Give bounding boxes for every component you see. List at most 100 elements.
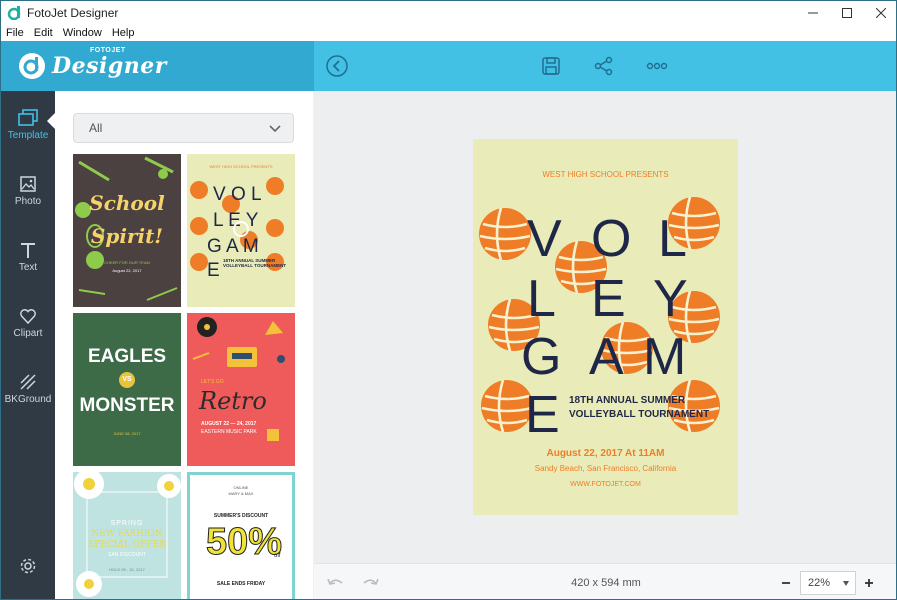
svg-text:V O L: V O L xyxy=(213,184,262,205)
logo: FOTOJET Designer xyxy=(1,41,314,91)
share-button[interactable] xyxy=(592,54,616,78)
close-button[interactable] xyxy=(864,1,896,24)
thumb-eagles-l1: EAGLES xyxy=(87,346,167,367)
poster-letter-e2: E xyxy=(525,386,560,444)
template-thumbnail-school-spirit[interactable]: School Spirit! CHEER FOR OUR TEAM August… xyxy=(73,154,181,307)
thumb-retro-sub: EASTERN MUSIC PARK xyxy=(201,429,257,435)
logo-brand: FOTOJET xyxy=(90,47,126,54)
canvas-area: WEST HIGH SCHOOL PRESENTS V O L L E Y G … xyxy=(314,91,896,563)
thumb-discount-top: ONLINE xyxy=(233,485,249,490)
rail-background-label: BKGround xyxy=(4,394,52,405)
template-thumbnail-retro[interactable]: LET'S GO Retro AUGUST 22 — 24, 2017 EAST… xyxy=(187,313,295,466)
poster-letter-a: A xyxy=(589,328,624,386)
poster-letter-v: V xyxy=(527,210,562,268)
template-thumbnail-eagles[interactable]: EAGLES VS MONSTER JUNE 08, 2017 xyxy=(73,313,181,466)
minus-icon xyxy=(782,582,790,584)
rail-clipart-label: Clipart xyxy=(13,328,43,339)
logo-product: Designer xyxy=(52,53,167,79)
zoom-in-button[interactable] xyxy=(863,576,875,594)
thumb-school-line1: School xyxy=(89,191,165,215)
fotojet-logo-icon xyxy=(19,53,45,79)
maximize-button[interactable] xyxy=(830,1,864,24)
title-bar: FotoJet Designer xyxy=(1,1,896,24)
category-dropdown[interactable]: All xyxy=(73,113,294,143)
volleyball-thumb-art: V O L L E Y G A M E xyxy=(190,177,284,281)
poster-subtitle-2: VOLLEYBALL TOURNAMENT xyxy=(569,409,710,420)
thumb-eagles-date: JUNE 08, 2017 xyxy=(113,431,141,436)
left-rail: Template Photo Text Clipart BKGround xyxy=(1,91,55,599)
heart-icon xyxy=(20,309,36,325)
poster-letter-l2: L xyxy=(527,270,556,328)
background-icon xyxy=(20,374,36,390)
svg-text:E: E xyxy=(207,260,220,281)
poster-letter-l1: L xyxy=(658,210,687,268)
thumb-spring-l3: SPECIAL OFFER xyxy=(88,540,166,550)
more-icon xyxy=(646,62,668,70)
menu-edit[interactable]: Edit xyxy=(29,27,58,39)
save-icon xyxy=(542,57,560,75)
rail-active-indicator xyxy=(47,113,55,129)
template-thumbnail-spring[interactable]: SPRING NEW FASHION SPECIAL OFFER SAN DIS… xyxy=(73,472,181,599)
poster-subtitle-1: 18TH ANNUAL SUMMER xyxy=(569,395,686,406)
svg-text:L E Y: L E Y xyxy=(213,210,259,231)
menu-bar: File Edit Window Help xyxy=(1,24,896,41)
app-window: FotoJet Designer File Edit Window Help F… xyxy=(0,0,897,600)
poster-letter-y: Y xyxy=(653,270,688,328)
menu-window[interactable]: Window xyxy=(58,27,107,39)
thumb-volley-top: WEST HIGH SCHOOL PRESENTS xyxy=(209,164,273,169)
thumb-spring-date: HOLD 05 - 20, 2017 xyxy=(109,567,145,572)
template-thumbnail-discount[interactable]: ONLINE MARY & MAX SUMMER'S DISCOUNT 50% … xyxy=(187,472,295,599)
chevron-down-icon xyxy=(843,581,849,586)
rail-photo-label: Photo xyxy=(14,196,42,207)
poster-date: August 22, 2017 At 11AM xyxy=(546,448,665,459)
app-icon xyxy=(7,5,21,20)
zoom-out-button[interactable] xyxy=(780,576,792,594)
thumb-spring-l2: NEW FASHION xyxy=(91,529,163,539)
thumb-volley-sub: 18TH ANNUAL SUMMER VOLLEYBALL TOURNAMENT xyxy=(223,258,287,268)
save-button[interactable] xyxy=(539,54,563,78)
menu-file[interactable]: File xyxy=(1,27,29,39)
app-header: FOTOJET Designer xyxy=(1,41,896,91)
thumb-eagles-vs: VS xyxy=(119,372,135,388)
text-icon xyxy=(21,243,35,258)
poster-letter-e1: E xyxy=(591,270,626,328)
thumb-school-date: August 22, 2017 xyxy=(112,268,142,273)
template-icon xyxy=(18,109,38,126)
maximize-icon xyxy=(842,7,852,18)
template-panel: All School Spirit! CHEER FOR OUR TEAM Au… xyxy=(55,91,313,599)
poster-website: WWW.FOTOJET.COM xyxy=(570,481,641,488)
svg-text:G A M: G A M xyxy=(207,236,259,257)
thumb-retro-date: AUGUST 22 — 24, 2017 xyxy=(201,421,257,427)
share-icon xyxy=(594,56,613,76)
zoom-value: 22% xyxy=(808,577,831,589)
thumb-discount-head: SUMMER'S DISCOUNT xyxy=(213,513,269,519)
thumb-eagles-l2: MONSTER xyxy=(79,395,175,416)
chevron-down-icon xyxy=(269,125,281,133)
poster-letter-o: O xyxy=(591,210,632,268)
thumb-retro-big: Retro xyxy=(199,387,267,415)
more-button[interactable] xyxy=(645,54,669,78)
plus-icon xyxy=(865,579,873,587)
thumb-spring-l1: SPRING xyxy=(110,520,144,527)
gear-icon xyxy=(20,558,36,574)
thumb-retro-top: LET'S GO xyxy=(201,379,224,385)
back-button[interactable] xyxy=(325,54,349,78)
poster-location: Sandy Beach, San Francisco, California xyxy=(534,464,677,473)
window-title: FotoJet Designer xyxy=(27,5,119,20)
thumb-discount-off: off xyxy=(274,553,281,559)
poster-canvas[interactable]: WEST HIGH SCHOOL PRESENTS V O L L E Y G … xyxy=(473,139,738,515)
thumb-spring-l4: SAN DISCOUNT xyxy=(108,552,146,558)
bottom-bar: 420 x 594 mm 22% xyxy=(314,563,896,599)
minimize-button[interactable] xyxy=(796,1,830,24)
rail-clipart[interactable]: Clipart xyxy=(1,307,55,367)
template-thumbnail-volleyball[interactable]: WEST HIGH SCHOOL PRESENTS V O L L E Y G … xyxy=(187,154,295,307)
settings-button[interactable] xyxy=(1,557,55,599)
thumb-discount-foot: SALE ENDS FRIDAY xyxy=(216,581,266,587)
zoom-select[interactable]: 22% xyxy=(800,571,856,595)
rail-text[interactable]: Text xyxy=(1,241,55,301)
menu-help[interactable]: Help xyxy=(107,27,140,39)
category-value: All xyxy=(89,121,103,135)
rail-photo[interactable]: Photo xyxy=(1,175,55,235)
rail-background[interactable]: BKGround xyxy=(1,373,55,433)
rail-text-label: Text xyxy=(18,262,38,273)
